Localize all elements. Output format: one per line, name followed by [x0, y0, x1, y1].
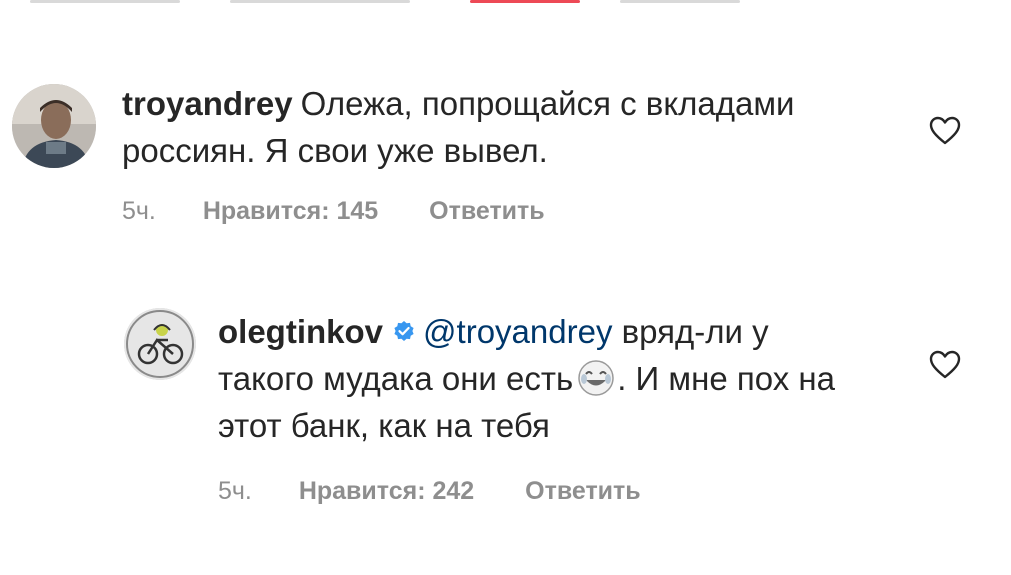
- comment-time: 5ч.: [122, 197, 156, 225]
- tears-of-joy-emoji-icon: [578, 360, 614, 397]
- mention-link[interactable]: @troyandrey: [423, 313, 612, 350]
- reply-button[interactable]: Ответить: [525, 477, 641, 506]
- likes-count-button[interactable]: Нравится: 242: [299, 477, 474, 506]
- avatar[interactable]: [12, 84, 96, 168]
- comment-body: olegtinkov @troyandrey вряд-ли у такого м…: [218, 308, 868, 449]
- previous-content-strip: [0, 0, 1011, 8]
- heart-icon[interactable]: [929, 116, 961, 146]
- comment-username[interactable]: olegtinkov: [218, 313, 383, 350]
- logo-avatar-icon: [124, 308, 196, 380]
- comment-body: troyandrey Олежа, попрощайся с вкладами р…: [122, 80, 902, 174]
- heart-icon[interactable]: [929, 350, 961, 380]
- user-photo-avatar-icon: [12, 84, 96, 168]
- avatar[interactable]: [124, 308, 196, 380]
- reply-button[interactable]: Ответить: [429, 197, 545, 226]
- likes-count-button[interactable]: Нравится: 145: [203, 197, 378, 226]
- comment-meta: 5ч. Нравится: 145 Ответить: [122, 197, 545, 226]
- comment-meta: 5ч. Нравится: 242 Ответить: [218, 477, 641, 506]
- comment-time: 5ч.: [218, 477, 252, 505]
- verified-badge-icon: [394, 321, 414, 342]
- comment-username[interactable]: troyandrey: [122, 85, 293, 122]
